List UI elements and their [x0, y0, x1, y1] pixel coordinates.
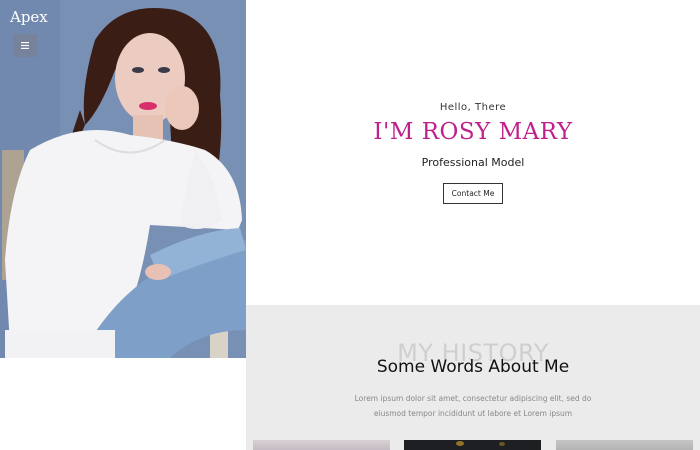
gallery-thumbnail-1[interactable]	[253, 440, 390, 450]
history-section: MY HISTORY Some Words About Me Lorem ips…	[246, 305, 700, 450]
history-title: Some Words About Me	[376, 357, 570, 377]
history-description-line-2: eiusmod tempor incididunt ut labore et L…	[373, 409, 573, 418]
hero-name: I'M ROSY MARY	[373, 119, 573, 145]
hamburger-icon	[21, 42, 29, 49]
contact-me-button[interactable]: Contact Me	[443, 183, 503, 204]
hero-section: Hello, There I'M ROSY MARY Professional …	[246, 0, 700, 305]
hero-greeting: Hello, There	[439, 102, 507, 113]
menu-toggle-button[interactable]	[13, 34, 37, 57]
history-description: Lorem ipsum dolor sit amet, consectetur …	[323, 391, 623, 421]
gallery-thumbnail-2[interactable]	[404, 440, 541, 450]
history-description-line-1: Lorem ipsum dolor sit amet, consectetur …	[354, 394, 592, 403]
gallery-thumbnail-3[interactable]	[556, 440, 693, 450]
brand-logo[interactable]: Apex	[10, 8, 48, 26]
hero-role: Professional Model	[421, 156, 525, 169]
